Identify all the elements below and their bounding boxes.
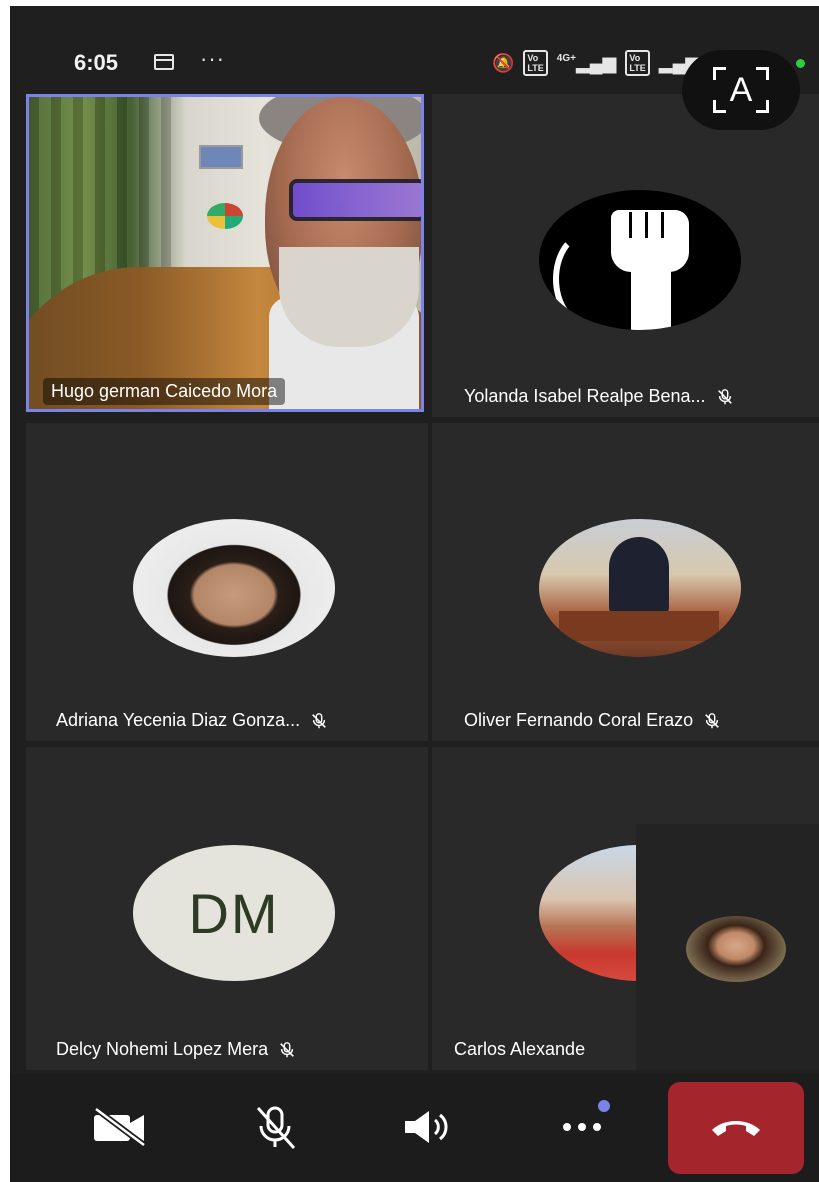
participant-name: Yolanda Isabel Realpe Bena... (464, 386, 706, 406)
speaker-icon (405, 1111, 448, 1143)
participant-tile[interactable]: DM Delcy Nohemi Lopez Mera (26, 747, 428, 1070)
participant-name: Adriana Yecenia Diaz Gonza... (56, 710, 301, 730)
mute-notification-icon: 🔕 (492, 52, 515, 73)
participant-name: Carlos Alexande (454, 1039, 586, 1059)
volte-icon: Vo LTE (625, 50, 650, 76)
participant-name: Delcy Nohemi Lopez Mera (56, 1039, 269, 1059)
hang-up-icon (712, 1121, 760, 1136)
mic-muted-icon (716, 388, 734, 406)
speaker-button[interactable] (388, 1092, 468, 1162)
calendar-icon (154, 54, 174, 70)
status-time: 6:05 (74, 50, 119, 75)
notification-badge (598, 1100, 610, 1112)
mic-muted-icon (310, 712, 328, 730)
participant-initials: DM (188, 881, 280, 945)
self-view-tile[interactable] (636, 824, 819, 1070)
participant-name-row: Yolanda Isabel Realpe Bena... (432, 386, 819, 407)
participant-avatar (539, 519, 741, 657)
participant-name-row: Oliver Fernando Coral Erazo (432, 710, 819, 731)
mic-muted-icon (278, 1041, 296, 1059)
participant-tile[interactable]: Adriana Yecenia Diaz Gonza... (26, 423, 428, 741)
participant-name: Oliver Fernando Coral Erazo (464, 710, 694, 730)
mic-off-icon (256, 1106, 296, 1150)
call-controls-bar (10, 1074, 819, 1182)
participant-name-row: Adriana Yecenia Diaz Gonza... (26, 710, 428, 731)
more-icon (563, 1123, 601, 1131)
camera-off-icon (94, 1107, 146, 1147)
translate-button[interactable]: A (682, 50, 800, 130)
status-more-dots: ··· (200, 46, 225, 71)
participant-name-row: Delcy Nohemi Lopez Mera (26, 1039, 428, 1060)
hang-up-button[interactable] (668, 1082, 804, 1174)
4g-signal-icon: 4G+▂▄▆ (556, 52, 617, 73)
participant-tile[interactable]: Yolanda Isabel Realpe Bena... (432, 94, 819, 417)
meeting-screen: 6:05 ··· 🔕 Vo LTE 4G+▂▄▆ Vo LTE ▂▄▆ A Hu… (10, 6, 819, 1182)
translate-scan-icon: A (713, 67, 769, 113)
participant-initials-avatar: DM (133, 845, 335, 981)
camera-toggle-button[interactable] (80, 1092, 160, 1162)
participant-tile[interactable]: Oliver Fernando Coral Erazo (432, 423, 819, 741)
participant-avatar (539, 190, 741, 330)
volte-icon: Vo LTE (523, 50, 548, 76)
privacy-indicator-dot (796, 59, 805, 68)
mic-muted-icon (703, 712, 721, 730)
microphone-toggle-button[interactable] (235, 1092, 315, 1162)
participant-avatar (133, 519, 335, 657)
participant-tile[interactable]: Hugo german Caicedo Mora (26, 94, 424, 412)
self-avatar (686, 916, 786, 982)
participant-name: Hugo german Caicedo Mora (43, 378, 286, 405)
participant-video (29, 97, 421, 409)
more-options-button[interactable] (542, 1092, 622, 1162)
participant-name-row: Hugo german Caicedo Mora (29, 378, 421, 405)
